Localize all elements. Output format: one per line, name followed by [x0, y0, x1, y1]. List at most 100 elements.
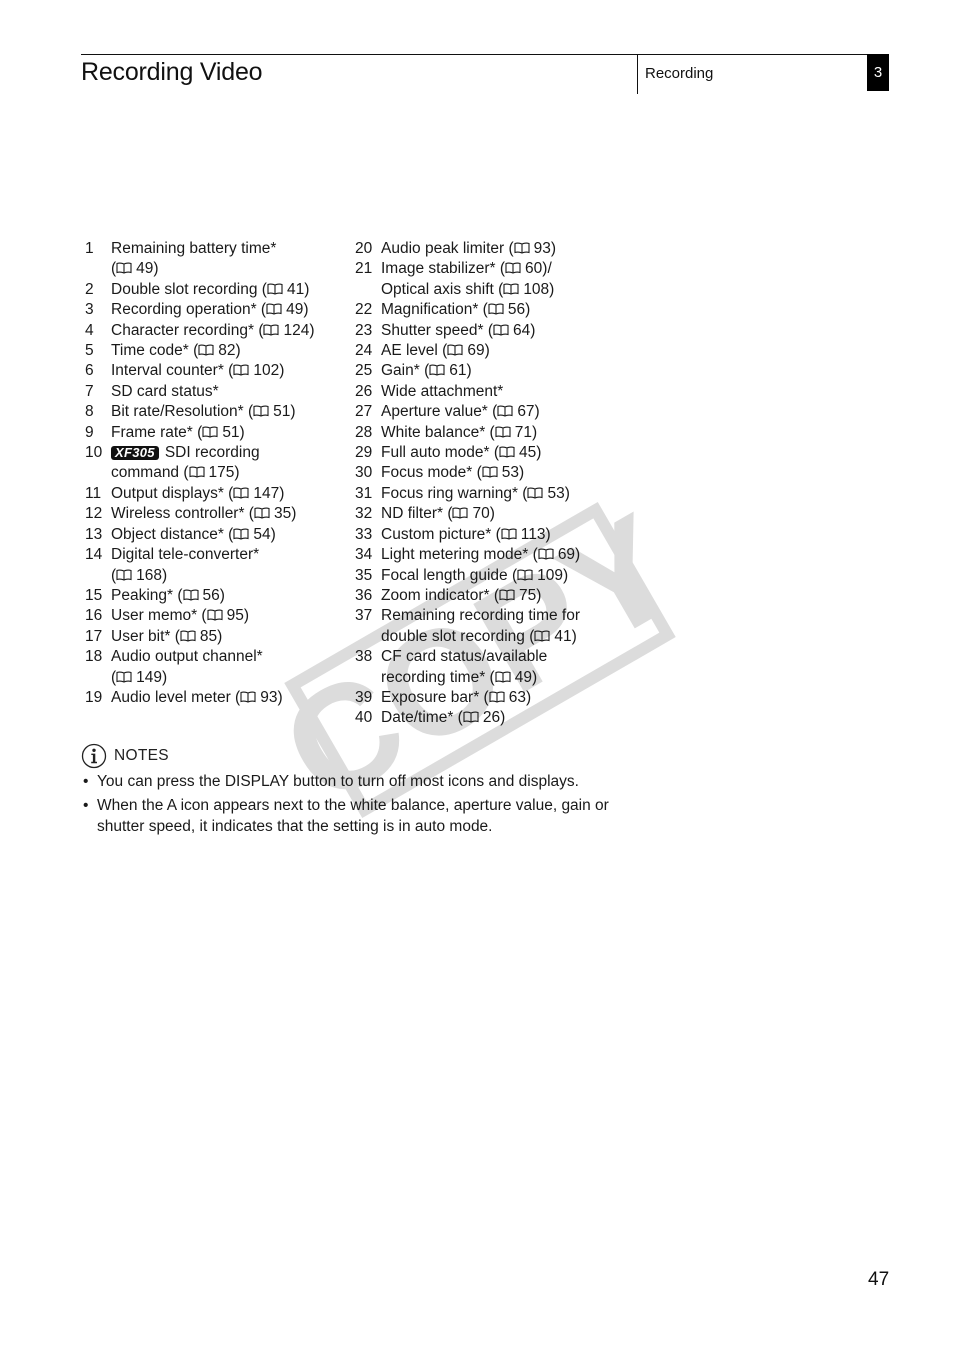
page-reference: 56) [182, 587, 225, 604]
legend-label: SD card status* [111, 382, 219, 400]
legend-label-continued: (149) [111, 668, 350, 688]
page-reference: 60)/ [505, 260, 552, 277]
legend-number: 32 [355, 505, 373, 523]
legend-label-continued: recording time* (49) [381, 668, 538, 686]
legend-number: 10 [85, 444, 103, 462]
legend-label: Date/time* (26) [381, 709, 506, 727]
info-icon [81, 743, 107, 769]
legend-item: 32 ND filter* (70) [355, 504, 635, 524]
book-icon [116, 671, 132, 683]
legend-item: 35 Focal length guide (109) [355, 566, 635, 586]
legend-number: 3 [85, 301, 94, 319]
book-icon [202, 426, 218, 438]
legend-label: Zoom indicator* (75) [381, 586, 542, 604]
note-item: • When the A icon appears next to the whi… [83, 797, 609, 835]
legend-item: 21 Image stabilizer* (60)/Optical axis sh… [355, 259, 635, 300]
book-icon [534, 630, 550, 642]
page-reference: 54) [233, 526, 276, 543]
legend-number: 28 [355, 423, 373, 441]
page-reference: 108) [503, 281, 554, 298]
book-icon [495, 671, 511, 683]
legend-item: 4 Character recording* (124) [85, 321, 350, 341]
legend-column-right: 20 Audio peak limiter (93) 21 Image stabili… [355, 239, 635, 729]
book-icon [538, 548, 554, 560]
legend-item: 3 Recording operation* (49) [85, 300, 350, 320]
legend-item: 27 Aperture value* (67) [355, 402, 635, 422]
legend-label: Audio output channel*(149) [111, 647, 350, 688]
legend-label-continued: (49) [111, 259, 350, 279]
page-reference: 63) [489, 689, 531, 706]
legend-number: 37 [355, 607, 373, 625]
page-reference: 45) [499, 444, 541, 461]
page-reference: 85) [180, 628, 222, 645]
book-icon [116, 262, 132, 275]
legend-label: AE level (69) [381, 342, 490, 360]
page-reference: (49) [111, 260, 159, 278]
book-icon [452, 507, 469, 519]
legend-label: Full auto mode* (45) [381, 444, 542, 462]
notes-label: NOTES [114, 747, 169, 764]
legend-label-continued: double slot recording (41) [381, 627, 577, 645]
legend-label: User bit* (85) [111, 627, 223, 645]
legend-number: 36 [355, 586, 373, 604]
legend-number: 15 [85, 586, 103, 604]
legend-number: 20 [355, 240, 373, 257]
legend-label: Image stabilizer* (60)/Optical axis shif… [381, 259, 635, 300]
legend-label: User memo* (95) [111, 607, 250, 625]
legend-label: Audio peak limiter (93) [381, 240, 557, 257]
page-reference: (149) [111, 668, 168, 686]
legend-item: 19 Audio level meter (93) [85, 688, 350, 708]
page-reference: 64) [493, 322, 535, 339]
section-label: Recording [645, 65, 714, 82]
legend-label: XF305 SDI recording command (175) [111, 443, 350, 484]
header-rule [81, 54, 889, 55]
book-icon [429, 364, 445, 377]
bullet: • [83, 797, 89, 814]
book-icon [499, 589, 515, 601]
legend-label: White balance* (71) [381, 423, 538, 441]
page-reference: 95) [207, 607, 249, 624]
legend-number: 6 [85, 362, 94, 380]
legend-number: 31 [355, 484, 373, 502]
page-reference: (168) [111, 566, 168, 584]
legend-item: 5 Time code* (82) [85, 341, 350, 361]
book-icon [188, 466, 205, 479]
book-icon [503, 283, 519, 295]
book-icon [266, 303, 282, 315]
legend-label: Focal length guide (109) [381, 566, 569, 584]
page-reference: 67) [497, 403, 540, 420]
page-reference: 93) [514, 240, 556, 257]
legend-number: 22 [355, 301, 373, 319]
legend-label: Aperture value* (67) [381, 403, 540, 421]
section-divider [637, 54, 638, 94]
page-reference: 109) [517, 567, 568, 584]
book-icon [233, 364, 249, 377]
page-reference: 56) [488, 301, 530, 318]
page-reference: 53) [527, 485, 570, 502]
book-icon [505, 262, 521, 275]
legend-label: Exposure bar* (63) [381, 688, 532, 706]
legend-label-continued: (168) [111, 566, 350, 586]
legend-number: 16 [85, 607, 103, 625]
legend-item: 24 AE level (69) [355, 341, 635, 361]
legend-item: 37 Remaining recording time for double slo… [355, 606, 635, 647]
book-icon [495, 426, 511, 438]
legend-number: 40 [355, 709, 373, 727]
legend-label: Focus ring warning* (53) [381, 484, 570, 502]
page-reference: 75) [499, 587, 541, 604]
page-reference: 82) [198, 342, 241, 359]
legend-label: Audio level meter (93) [111, 688, 283, 706]
legend-label: Time code* (82) [111, 342, 241, 360]
book-icon [488, 303, 504, 315]
legend-item: 31 Focus ring warning* (53) [355, 484, 635, 504]
notes-header: NOTES [81, 743, 169, 769]
legend-number: 27 [355, 403, 373, 421]
legend-number: 12 [85, 505, 103, 523]
notes-list: • You can press the DISPLAY button to tur… [81, 772, 621, 841]
page-reference: 69) [447, 342, 490, 359]
legend-item: 25 Gain* (61) [355, 361, 635, 381]
legend-number: 11 [85, 484, 102, 502]
legend-number: 39 [355, 688, 373, 706]
legend-item: 30 Focus mode* (53) [355, 463, 635, 483]
legend-label: Bit rate/Resolution* (51) [111, 403, 296, 421]
